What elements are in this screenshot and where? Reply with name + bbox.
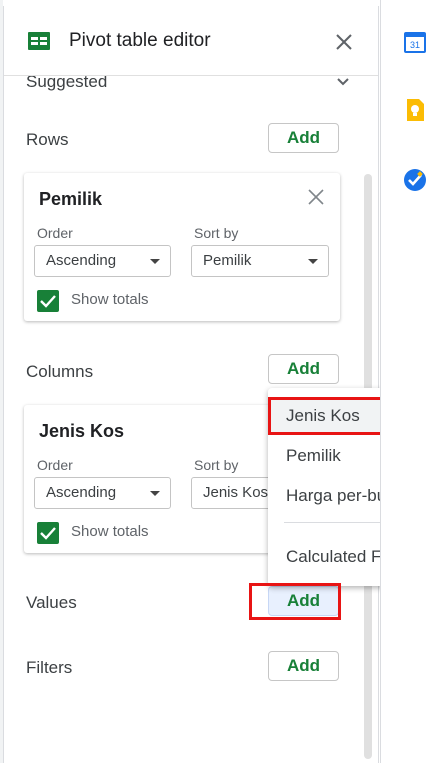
rows-field-card: Pemilik Order Ascending Sort by Pemilik … [24,173,340,321]
panel-header: Pivot table editor [4,6,378,76]
order-select[interactable]: Ascending [34,477,171,509]
card-title: Pemilik [39,189,103,209]
sort-by-select[interactable]: Pemilik [191,245,329,277]
filters-label: Filters [26,658,73,677]
columns-add-button[interactable]: Add [268,354,339,384]
dropdown-caret-icon [308,259,318,264]
order-select[interactable]: Ascending [34,245,171,277]
show-totals-label: Show totals [71,291,149,308]
show-totals-checkbox[interactable] [37,522,59,544]
sheets-icon [28,32,50,50]
order-select-value: Ascending [46,252,117,269]
order-label: Order [37,225,73,241]
sort-by-label: Sort by [194,225,239,241]
card-title: Jenis Kos [39,421,125,441]
calendar-day: 31 [410,40,420,50]
rows-add-button[interactable]: Add [268,123,339,153]
filters-add-button[interactable]: Add [268,651,339,681]
show-totals-label: Show totals [71,523,149,540]
calendar-icon[interactable]: 31 [403,30,427,54]
panel-title: Pivot table editor [69,30,211,51]
order-select-value: Ascending [46,484,117,501]
sort-by-select-value: Jenis Kos [203,484,269,501]
side-panel: 31 [380,0,446,763]
sort-by-label: Sort by [194,457,239,473]
keep-icon[interactable] [403,98,427,122]
dropdown-caret-icon [150,259,160,264]
sort-by-select-value: Pemilik [203,252,252,269]
values-label: Values [26,593,77,612]
show-totals-checkbox[interactable] [37,290,59,312]
remove-field-icon[interactable] [306,187,326,207]
checkmark-icon [40,527,56,540]
highlight-box-values-add [249,583,341,620]
checkmark-icon [40,295,56,308]
rows-label: Rows [26,130,69,149]
tasks-icon[interactable] [403,168,427,192]
order-label: Order [37,457,73,473]
columns-label: Columns [26,362,94,381]
close-icon[interactable] [330,28,358,56]
pivot-table-editor-panel: Pivot table editor Suggested Rows Add Pe… [3,6,379,763]
dropdown-caret-icon [150,491,160,496]
